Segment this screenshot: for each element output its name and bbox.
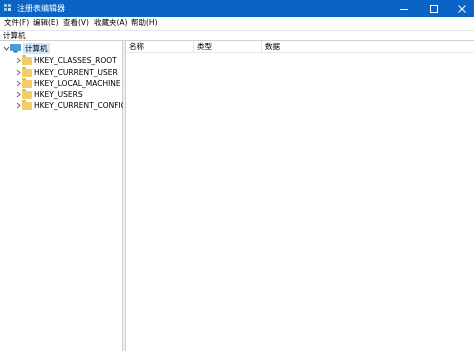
tree-item-label: HKEY_CURRENT_CONFIG (34, 101, 127, 110)
column-headers: 名称 类型 数据 (126, 41, 474, 53)
chevron-right-icon[interactable] (14, 100, 22, 111)
tree-item-label: HKEY_USERS (34, 90, 83, 99)
tree-item-hkey-local-machine[interactable]: HKEY_LOCAL_MACHINE (14, 77, 121, 89)
menu-view[interactable]: 查看(V) (63, 18, 89, 28)
menu-help[interactable]: 帮助(H) (131, 18, 158, 28)
tree-item-hkey-users[interactable]: HKEY_USERS (14, 88, 83, 100)
address-path[interactable]: 计算机 (3, 31, 26, 41)
tree-item-label: HKEY_CURRENT_USER (34, 68, 118, 77)
chevron-right-icon[interactable] (14, 78, 22, 89)
menu-favorites[interactable]: 收藏夹(A) (94, 18, 127, 28)
folder-icon (22, 88, 32, 99)
close-icon (458, 4, 466, 13)
close-button[interactable] (448, 0, 474, 17)
column-header-type[interactable]: 类型 (194, 41, 262, 53)
address-bar[interactable]: 计算机 (0, 30, 474, 41)
tree-item-label: 计算机 (23, 43, 50, 54)
registry-editor-icon (4, 4, 11, 11)
tree-item-hkey-classes-root[interactable]: HKEY_CLASSES_ROOT (14, 54, 117, 66)
folder-icon (22, 66, 32, 77)
tree-item-hkey-current-user[interactable]: HKEY_CURRENT_USER (14, 66, 118, 78)
menu-file[interactable]: 文件(F) (4, 18, 29, 28)
maximize-button[interactable] (420, 0, 448, 17)
column-header-data[interactable]: 数据 (262, 41, 342, 53)
computer-icon (10, 44, 21, 53)
tree-item-computer[interactable]: 计算机 (2, 43, 50, 54)
tree-item-hkey-current-config[interactable]: HKEY_CURRENT_CONFIG (14, 99, 127, 111)
minimize-icon (400, 8, 408, 10)
folder-icon (22, 99, 32, 110)
window-title: 注册表编辑器 (17, 4, 65, 13)
values-list[interactable]: 名称 类型 数据 (126, 41, 474, 351)
tree-item-label: HKEY_CLASSES_ROOT (34, 56, 117, 65)
folder-icon (22, 54, 32, 65)
title-bar[interactable]: 注册表编辑器 (0, 0, 474, 17)
maximize-icon (430, 4, 438, 13)
minimize-button[interactable] (390, 0, 418, 17)
chevron-right-icon[interactable] (14, 89, 22, 100)
tree-item-label: HKEY_LOCAL_MACHINE (34, 79, 121, 88)
tree-pane[interactable]: 计算机 HKEY_CLASSES_ROOT HKEY_CURRENT_USER … (0, 41, 127, 351)
column-header-name[interactable]: 名称 (126, 41, 194, 53)
menu-edit[interactable]: 编辑(E) (33, 18, 59, 28)
chevron-right-icon[interactable] (14, 67, 22, 78)
folder-icon (22, 77, 32, 88)
chevron-down-icon[interactable] (2, 43, 10, 54)
menu-bar: 文件(F) 编辑(E) 查看(V) 收藏夹(A) 帮助(H) (0, 17, 474, 29)
chevron-right-icon[interactable] (14, 55, 22, 66)
